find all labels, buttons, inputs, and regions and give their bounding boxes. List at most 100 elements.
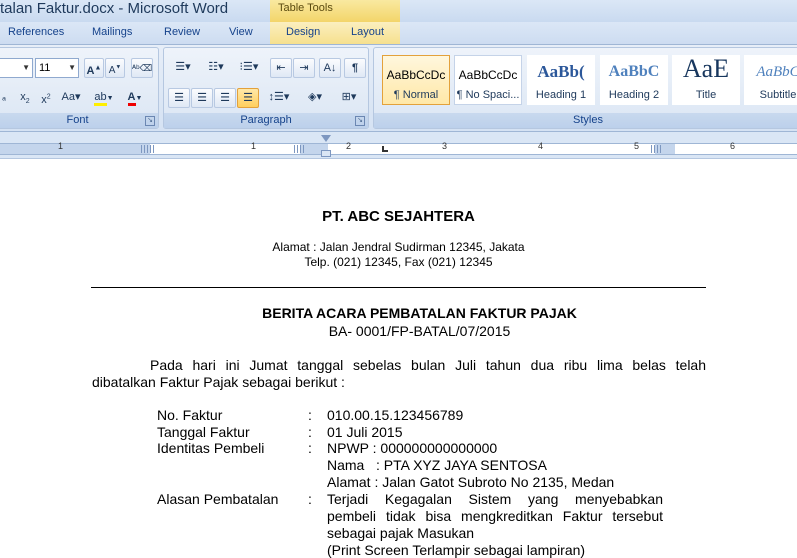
field-label: Alasan Pembatalan: [157, 491, 279, 507]
chevron-down-icon: ▼: [68, 63, 76, 72]
clear-format-button[interactable]: ᴬᵇ⌫: [131, 58, 153, 78]
hanging-indent-marker-icon[interactable]: [321, 150, 331, 157]
tab-mailings[interactable]: Mailings: [92, 26, 132, 38]
multilevel-list-button[interactable]: ⁝☰▾: [234, 58, 264, 78]
ruler-number: 2: [346, 141, 352, 151]
document-page[interactable]: PT. ABC SEJAHTERA Alamat : Jalan Jendral…: [0, 159, 797, 558]
ruler-number: 1: [58, 141, 64, 151]
shading-button[interactable]: ◈▾: [300, 88, 330, 108]
field-value: pembeli tidak bisa mengkreditkan Faktur …: [327, 508, 663, 524]
increase-indent-icon: ⇥: [299, 62, 309, 74]
field-colon: :: [308, 440, 312, 456]
style-sample: AaE: [682, 55, 730, 83]
shrink-font-icon: A▼: [108, 65, 122, 77]
paragraph-group: ☰▾ ☷▾ ⁝☰▾ ⇤ ⇥ A↓ ¶ ☰ ☰ ☰ ☰ ↕☰▾ ◈▾ ⊞▾ Par…: [163, 47, 369, 129]
grow-font-button[interactable]: A▲: [84, 58, 104, 78]
field-value: sebagai pajak Masukan: [327, 525, 475, 541]
field-label: No. Faktur: [157, 407, 223, 423]
column-marker-icon[interactable]: [651, 145, 663, 153]
style-heading-2[interactable]: AaBbC Heading 2: [600, 55, 668, 105]
style-heading-1[interactable]: AaBb( Heading 1: [527, 55, 595, 105]
style-name: Title: [695, 89, 717, 101]
bullets-button[interactable]: ☰▾: [168, 58, 198, 78]
company-phone: Telp. (021) 12345, Fax (021) 12345: [304, 255, 493, 269]
align-left-button[interactable]: ☰: [168, 88, 190, 108]
field-value: (Print Screen Terlampir sebagai lampiran…: [327, 542, 586, 558]
sort-button[interactable]: A↓: [319, 58, 341, 78]
window-title: talan Faktur.docx - Microsoft Word: [0, 0, 229, 17]
style-sample: AaBbCcDc: [386, 68, 446, 82]
tab-layout[interactable]: Layout: [351, 26, 384, 38]
font-group-label: Font: [0, 113, 158, 128]
align-right-button[interactable]: ☰: [214, 88, 236, 108]
line-spacing-button[interactable]: ↕☰▾: [264, 88, 294, 108]
first-line-indent-marker-icon[interactable]: [321, 135, 331, 142]
company-name: PT. ABC SEJAHTERA: [322, 208, 475, 225]
font-size-value: 11: [39, 62, 51, 74]
chevron-down-icon: ▼: [22, 63, 30, 72]
style-name: Heading 1: [535, 89, 587, 101]
style-no-spacing[interactable]: AaBbCcDc ¶ No Spaci...: [454, 55, 522, 105]
strikethrough-button[interactable]: ₐ: [0, 88, 13, 108]
ruler-number: 1: [251, 141, 257, 151]
paragraph-group-label: Paragraph: [164, 113, 368, 128]
shrink-font-button[interactable]: A▼: [105, 58, 125, 78]
styles-group: AaBbCcDc ¶ Normal AaBbCcDc ¶ No Spaci...…: [373, 47, 797, 129]
style-title[interactable]: AaE Title: [672, 55, 740, 105]
styles-group-label: Styles: [374, 113, 797, 128]
justify-icon: ☰: [243, 92, 253, 104]
style-normal[interactable]: AaBbCcDc ¶ Normal: [382, 55, 450, 105]
font-group: ▼ 11 ▼ A▲ A▼ ᴬᵇ⌫ ₐ x2 x2 Aa▾ ab▼ A▼ Font…: [0, 47, 159, 129]
field-value: Alamat : Jalan Gatot Subroto No 2135, Me…: [327, 474, 615, 490]
justify-button[interactable]: ☰: [237, 88, 259, 108]
field-label: Tanggal Faktur: [157, 424, 250, 440]
style-sample: AaBbC: [608, 63, 660, 80]
column-marker-icon[interactable]: [294, 145, 306, 153]
font-color-button[interactable]: A▼: [121, 88, 149, 108]
field-colon: :: [308, 407, 312, 423]
strikethrough-icon: ₐ: [2, 92, 6, 103]
numbering-button[interactable]: ☷▾: [201, 58, 231, 78]
style-sample: AaBbCcDc: [458, 68, 518, 82]
style-subtitle[interactable]: AaBbC Subtitle: [744, 55, 797, 105]
borders-button[interactable]: ⊞▾: [334, 88, 364, 108]
tab-design[interactable]: Design: [286, 26, 320, 38]
style-sample: AaBbC: [756, 64, 797, 80]
decrease-indent-icon: ⇤: [276, 62, 286, 74]
font-name-combo[interactable]: ▼: [0, 58, 33, 78]
grow-font-icon: A▲: [86, 64, 102, 77]
align-center-button[interactable]: ☰: [191, 88, 213, 108]
tab-view[interactable]: View: [229, 26, 253, 38]
line-spacing-icon: ↕☰▾: [268, 91, 290, 103]
field-value: 010.00.15.123456789: [327, 407, 464, 423]
left-tab-stop-icon[interactable]: [382, 146, 388, 152]
highlight-button[interactable]: ab▼: [90, 88, 118, 108]
subscript-button[interactable]: x2: [14, 88, 36, 108]
column-marker-icon[interactable]: [141, 145, 155, 153]
tab-review[interactable]: Review: [164, 26, 200, 38]
font-size-combo[interactable]: 11 ▼: [35, 58, 79, 78]
show-formatting-button[interactable]: ¶: [344, 58, 366, 78]
change-case-icon: Aa▾: [61, 91, 81, 103]
horizontal-ruler[interactable]: 1 1 2 3 4 5 6: [0, 132, 797, 159]
field-value: Nama : PTA XYZ JAYA SENTOSA: [327, 457, 547, 473]
decrease-indent-button[interactable]: ⇤: [270, 58, 292, 78]
change-case-button[interactable]: Aa▾: [57, 88, 85, 108]
paragraph-dialog-launcher-icon[interactable]: ↘: [355, 116, 365, 126]
align-center-icon: ☰: [197, 92, 207, 104]
intro-paragraph-line: dibatalkan Faktur Pajak sebagai berikut …: [92, 374, 345, 390]
style-sample: AaBb(: [537, 62, 585, 81]
font-dialog-launcher-icon[interactable]: ↘: [145, 116, 155, 126]
company-address: Alamat : Jalan Jendral Sudirman 12345, J…: [272, 240, 525, 254]
field-colon: :: [308, 424, 312, 440]
pilcrow-icon: ¶: [351, 62, 359, 74]
tab-references[interactable]: References: [8, 26, 64, 38]
increase-indent-button[interactable]: ⇥: [293, 58, 315, 78]
superscript-button[interactable]: x2: [35, 88, 57, 108]
intro-paragraph-line: Pada hari ini Jumat tanggal sebelas bula…: [150, 357, 706, 373]
field-colon: :: [308, 491, 312, 507]
borders-icon: ⊞▾: [341, 91, 357, 103]
highlighter-icon: ab: [94, 91, 107, 106]
field-value: NPWP : 000000000000000: [327, 440, 498, 456]
numbering-icon: ☷▾: [208, 61, 224, 73]
